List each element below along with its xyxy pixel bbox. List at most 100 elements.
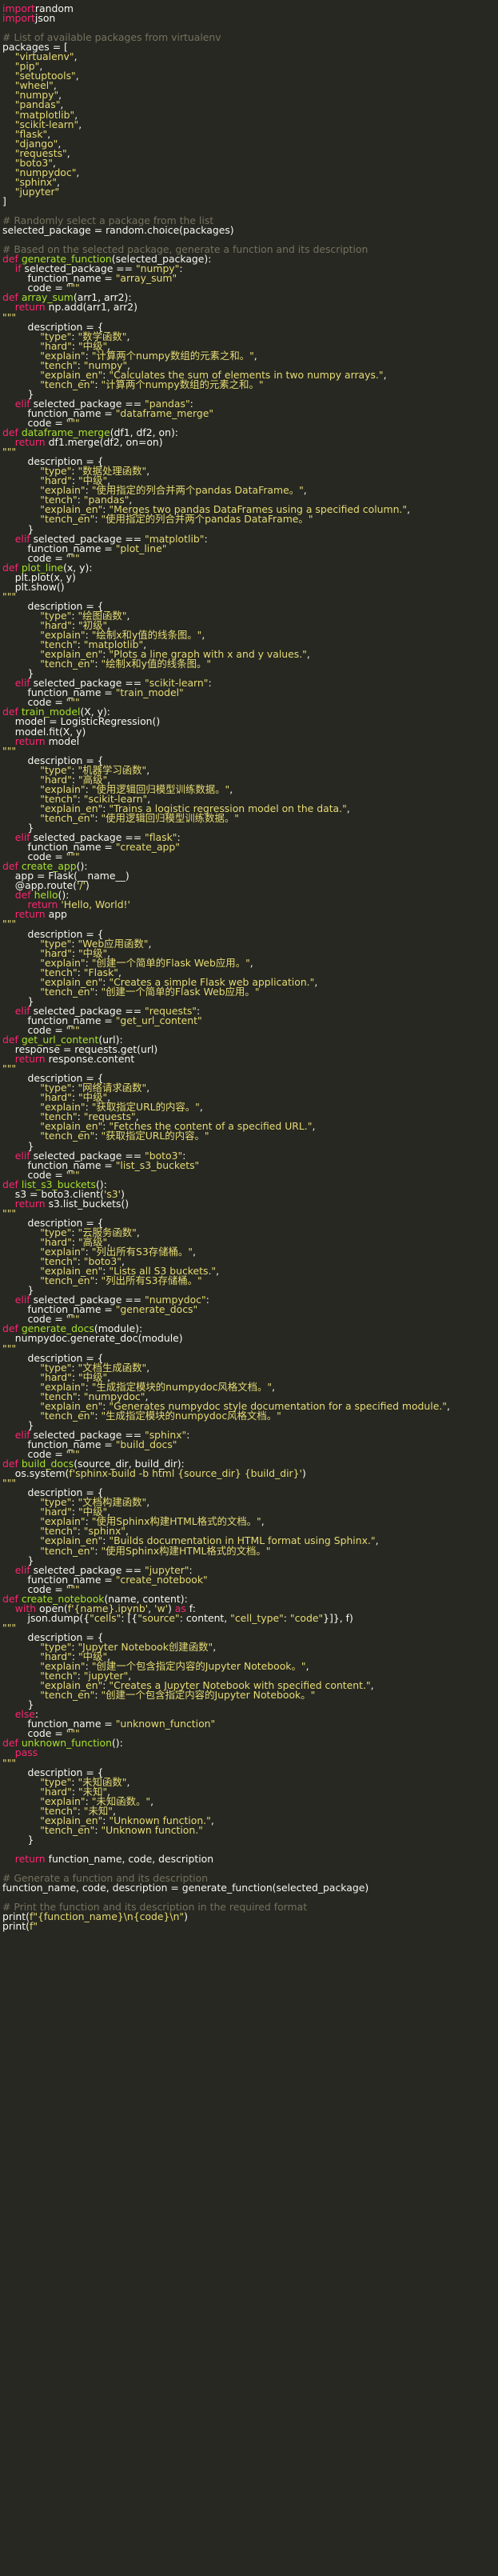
code-token: :	[204, 532, 208, 545]
code-line: return 'Hello, World!'	[2, 900, 498, 910]
code-line: importrandom	[2, 3, 498, 14]
code-token: }	[2, 1833, 34, 1846]
code-token: "get_url_content"	[115, 1014, 202, 1026]
code-token: "tench_en"	[40, 1544, 95, 1557]
code-editor[interactable]: importrandomimportjson​# List of availab…	[0, 0, 498, 1931]
code-token: return	[14, 1853, 46, 1865]
code-line: print(f"	[2, 1922, 498, 1931]
code-token: : [{	[121, 1611, 138, 1624]
code-token: :	[208, 677, 212, 690]
code-token: :	[205, 1294, 209, 1306]
code-line: plt.show()	[2, 582, 498, 592]
code-token: f"	[29, 1920, 38, 1933]
code-token: ,	[370, 1679, 374, 1692]
code-token: ,	[306, 648, 310, 661]
code-token: selected_package = random.choice(package…	[2, 224, 234, 237]
code-token: ,	[305, 1660, 309, 1673]
code-line: "setuptools",	[2, 71, 498, 81]
code-line: }	[2, 1833, 498, 1846]
code-line: "tench_en": "计算两个numpy数组的元素之和。"	[2, 379, 498, 390]
code-token: "list_s3_buckets"	[115, 1158, 200, 1171]
code-token: ,	[193, 1246, 196, 1258]
code-token: ,	[146, 465, 150, 478]
code-token: "绘制x和y值的线条图。"	[101, 658, 212, 670]
code-token: "build_docs"	[115, 1438, 177, 1450]
code-line: "wheel",	[2, 81, 498, 90]
code-token: :	[179, 262, 183, 275]
code-token: "code"	[289, 1611, 324, 1624]
code-line: "numpy",	[2, 90, 498, 100]
code-line: function_name, code, description = gener…	[2, 1882, 498, 1894]
code-token: "cells"	[90, 1611, 122, 1624]
code-token: ,	[375, 1534, 379, 1547]
code-token: :	[283, 1611, 290, 1624]
code-line: "virtualenv",	[2, 52, 498, 62]
code-token: model	[45, 734, 80, 747]
code-line: def plot_line(x, y):	[2, 562, 498, 573]
code-token: 'Hello, World!'	[61, 898, 130, 911]
code-token: app	[45, 908, 67, 921]
code-line: "tench_en": "生成指定模块的numpydoc风格文档。"	[2, 1409, 498, 1422]
code-token: ,	[148, 937, 152, 950]
code-line: # List of available packages from virtua…	[2, 32, 498, 42]
code-token: ,	[136, 1226, 140, 1238]
code-token: "tench_en"	[40, 1274, 95, 1287]
code-token: "创建一个包含指定内容的Jupyter Notebook。"	[101, 1689, 316, 1702]
code-token: ,	[74, 50, 78, 63]
code-token: "tench_en"	[40, 985, 95, 998]
code-line: "sphinx",	[2, 177, 498, 187]
code-token: return	[14, 436, 46, 449]
code-line: "tench_en": "获取指定URL的内容。"	[2, 1131, 498, 1141]
code-token: ,	[146, 1082, 150, 1094]
code-token: print(	[2, 1920, 30, 1933]
code-token: ():	[111, 1737, 123, 1750]
code-token: ,	[229, 782, 233, 795]
code-token: import	[2, 12, 35, 25]
code-line: selected_package = random.choice(package…	[2, 224, 498, 237]
code-line: return np.add(arr1, arr2)	[2, 302, 498, 312]
code-token: numpydoc.generate_doc(module)	[2, 1332, 183, 1345]
code-token: return	[14, 1197, 46, 1210]
code-token: ,	[272, 1380, 276, 1393]
code-line: "tench_en": "绘制x和y值的线条图。"	[2, 658, 498, 670]
code-token: ,	[146, 1496, 150, 1509]
code-token: ,	[261, 1515, 265, 1528]
code-line: return model	[2, 734, 498, 747]
code-token: '/'	[76, 879, 86, 892]
code-token: ,	[446, 1399, 450, 1412]
code-line: pass	[2, 1748, 498, 1758]
code-line: "tench_en": "Unknown function."	[2, 1825, 498, 1835]
code-token: return	[14, 301, 46, 314]
code-token: ,	[201, 629, 205, 642]
code-line: numpydoc.generate_doc(module)	[2, 1334, 498, 1343]
code-line: return s3.list_buckets()	[2, 1197, 498, 1210]
code-token: : content,	[179, 1611, 231, 1624]
code-token: np.add(arr1, arr2)	[45, 301, 138, 314]
code-line: importjson	[2, 12, 498, 25]
code-line: "flask",	[2, 129, 498, 139]
code-token: pass	[14, 1746, 38, 1759]
code-token: ,	[216, 1265, 220, 1278]
code-token: ,	[249, 956, 253, 969]
code-token: ,	[213, 1640, 217, 1653]
code-token: return	[14, 734, 46, 747]
code-token: "使用Sphinx构建HTML格式的文档。"	[101, 1544, 271, 1557]
code-token: ,	[150, 1794, 154, 1807]
code-line: plt.plot(x, y)	[2, 572, 498, 582]
code-token: "生成指定模块的numpydoc风格文档。"	[101, 1409, 281, 1422]
code-token: function_name, code, description = gener…	[2, 1882, 369, 1894]
code-token: function_name, code, description	[45, 1853, 214, 1865]
code-line: "tench_en": "使用指定的列合并两个pandas DataFrame。…	[2, 514, 498, 524]
code-token: "tench_en"	[40, 1689, 95, 1702]
code-line: "numpydoc",	[2, 166, 498, 178]
code-line: ]	[2, 196, 498, 206]
code-line: "jupyter"	[2, 185, 498, 198]
code-token: ,	[76, 166, 80, 178]
code-token: "array_sum"	[115, 272, 177, 285]
code-token: ,	[199, 1101, 203, 1114]
code-token: ,	[346, 802, 350, 814]
code-token: "train_model"	[115, 686, 184, 699]
code-token: "jupyter"	[14, 185, 60, 198]
code-line: "tench_en": "使用逻辑回归模型训练数据。"	[2, 813, 498, 823]
